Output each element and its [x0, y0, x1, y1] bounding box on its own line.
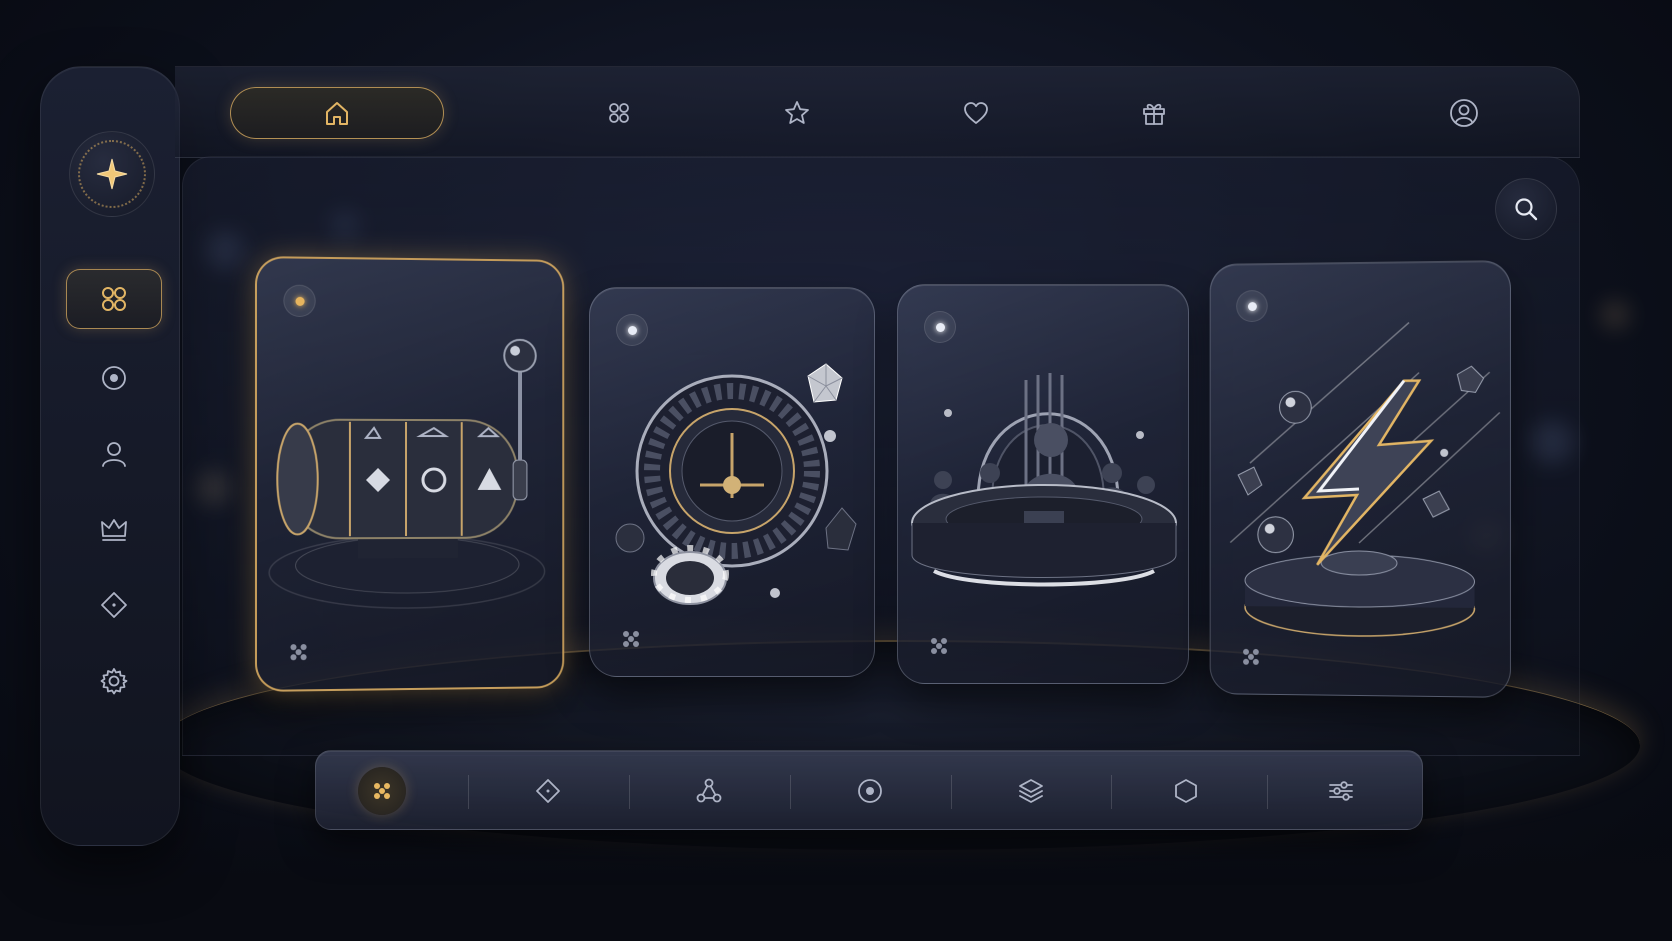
search-button[interactable]	[1495, 178, 1557, 240]
dice-dots-icon	[1243, 648, 1259, 665]
game-card-instant[interactable]	[1209, 260, 1511, 698]
hexagon-icon	[1175, 779, 1197, 803]
home-icon	[326, 102, 348, 125]
network-icon	[696, 778, 722, 803]
tab-promotions[interactable]	[1130, 89, 1178, 137]
brand-logo[interactable]	[69, 131, 155, 217]
roulette-wheel-illustration	[615, 363, 857, 605]
top-navigation-bar	[175, 66, 1580, 158]
profile-icon	[1450, 99, 1478, 127]
star-icon	[785, 101, 809, 124]
sidebar-item-account[interactable]	[66, 424, 162, 484]
crown-icon	[101, 519, 127, 541]
game-card-live-table[interactable]	[897, 284, 1189, 684]
heart-icon	[964, 102, 988, 124]
tab-categories[interactable]	[595, 89, 643, 137]
filter-live[interactable]	[846, 767, 894, 815]
diamond-icon	[101, 592, 127, 618]
sidebar-item-rewards[interactable]	[66, 575, 162, 635]
dice-dots-icon	[290, 644, 307, 661]
user-icon	[102, 442, 126, 467]
live-dealer-table-illustration	[911, 373, 1177, 587]
game-card-roulette[interactable]	[589, 287, 875, 677]
dice-dots-icon	[374, 783, 390, 799]
grid-icon	[609, 103, 629, 123]
filter-blocks[interactable]	[1162, 767, 1210, 815]
layers-icon	[1019, 779, 1043, 803]
sliders-icon	[1329, 781, 1353, 801]
bottom-filter-toolbar	[315, 750, 1423, 830]
sidebar-item-live[interactable]	[66, 348, 162, 408]
search-icon	[1515, 198, 1538, 221]
target-icon	[102, 366, 126, 390]
sidebar	[40, 66, 180, 846]
sidebar-item-vip[interactable]	[66, 499, 162, 559]
filter-all-games[interactable]	[358, 767, 406, 815]
toolbar-divider	[790, 775, 791, 809]
filter-card-games[interactable]	[524, 767, 572, 815]
toolbar-divider	[629, 775, 630, 809]
dice-dots-icon	[931, 638, 947, 654]
game-card-slots[interactable]	[254, 256, 565, 692]
sparkle-icon	[96, 158, 128, 190]
filter-multiplayer[interactable]	[685, 767, 733, 815]
filter-collections[interactable]	[1007, 767, 1055, 815]
grid-icon	[102, 287, 126, 311]
tab-favorites[interactable]	[773, 89, 821, 137]
profile-button[interactable]	[1440, 89, 1488, 137]
gift-icon	[1143, 103, 1165, 125]
dice-dots-icon	[623, 631, 639, 647]
tab-home[interactable]	[230, 87, 444, 139]
gear-icon	[100, 668, 128, 695]
tab-liked[interactable]	[952, 89, 1000, 137]
toolbar-divider	[1111, 775, 1112, 809]
sidebar-item-games[interactable]	[66, 269, 162, 329]
filter-settings[interactable]	[1317, 767, 1365, 815]
lightning-bolt-illustration	[1211, 261, 1511, 698]
diamond-icon	[536, 779, 560, 803]
toolbar-divider	[468, 775, 469, 809]
sidebar-item-settings[interactable]	[66, 651, 162, 711]
target-icon	[858, 779, 882, 803]
toolbar-divider	[1267, 775, 1268, 809]
toolbar-divider	[951, 775, 952, 809]
slot-machine-illustration	[257, 258, 564, 692]
